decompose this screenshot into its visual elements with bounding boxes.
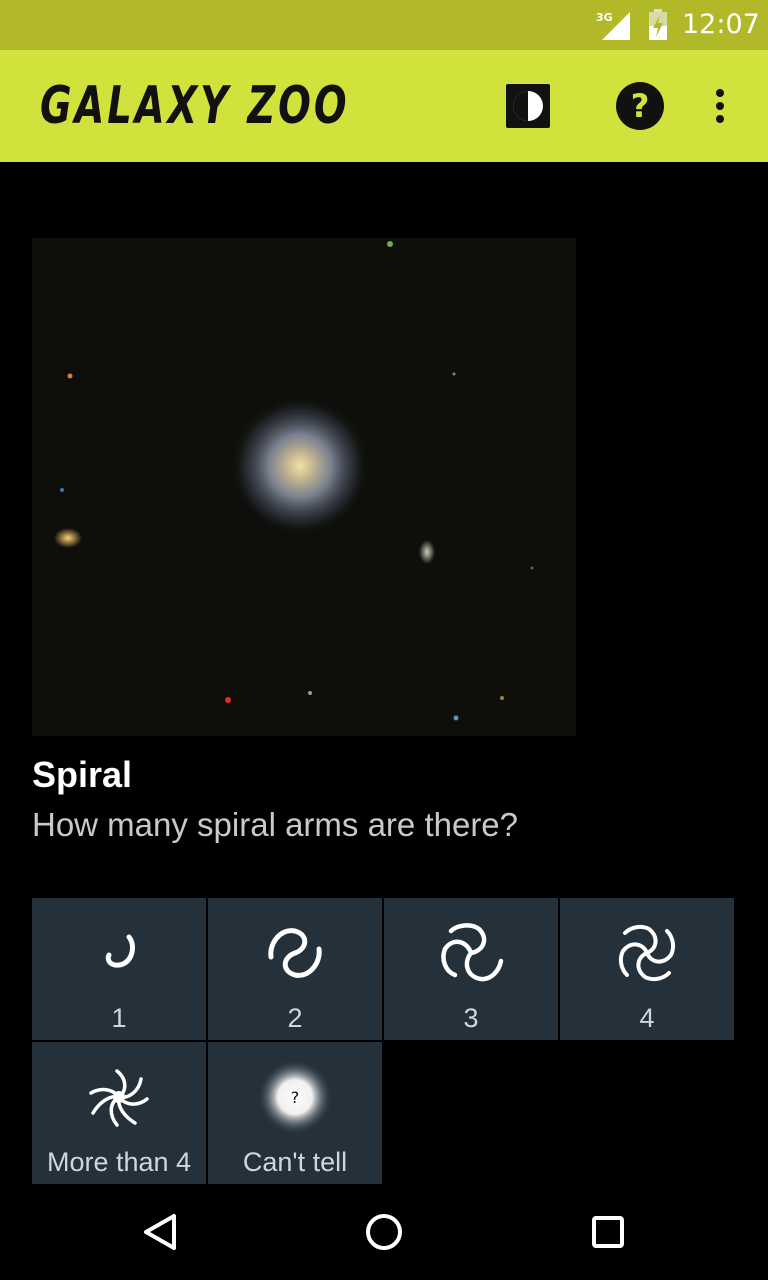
question-text: How many spiral arms are there? [32,806,519,843]
answer-2-arms[interactable]: 2 [208,898,382,1040]
spiral-4-arms-icon [560,908,734,998]
app-bar: GALAXY ZOO ? [0,50,768,162]
spiral-2-arms-icon [208,908,382,998]
answer-label: 3 [463,1003,479,1033]
app-title: GALAXY ZOO [40,76,350,136]
answer-label: Can't tell [242,1147,348,1177]
battery-charging-icon [649,9,667,40]
overflow-menu-button[interactable] [694,80,746,132]
help-icon: ? [616,82,664,130]
back-triangle-icon [144,1214,176,1250]
status-time: 12:07 [682,9,760,40]
home-circle-icon [366,1214,402,1250]
answer-label: 2 [287,1003,303,1033]
answer-label: 4 [639,1003,655,1033]
answer-3-arms[interactable]: 3 [384,898,558,1040]
home-button[interactable] [354,1202,414,1262]
cant-tell-icon: ? [208,1052,382,1142]
status-bar: 3G 12:07 [0,0,768,50]
navigation-bar [0,1184,768,1280]
svg-text:?: ? [631,87,650,125]
back-button[interactable] [130,1202,190,1262]
answer-more-than-4[interactable]: More than 4 [32,1042,206,1184]
contrast-icon [506,84,550,128]
answer-label: More than 4 [46,1147,192,1177]
question-title: Spiral [32,754,133,795]
more-vert-icon [716,89,724,123]
signal-3g-icon: 3G [596,11,630,40]
spiral-3-arms-icon [384,908,558,998]
answer-1-arm[interactable]: 1 [32,898,206,1040]
svg-text:?: ? [291,1088,300,1107]
galaxy-image [32,238,576,736]
recents-square-icon [592,1216,624,1248]
svg-text:3G: 3G [596,11,613,24]
help-button[interactable]: ? [614,80,666,132]
spiral-many-arms-icon [32,1052,206,1142]
answer-cant-tell[interactable]: ? Can't tell [208,1042,382,1184]
answer-label: 1 [111,1003,127,1033]
answer-4-arms[interactable]: 4 [560,898,734,1040]
spiral-1-arm-icon [32,908,206,998]
recents-button[interactable] [578,1202,638,1262]
contrast-button[interactable] [502,80,554,132]
